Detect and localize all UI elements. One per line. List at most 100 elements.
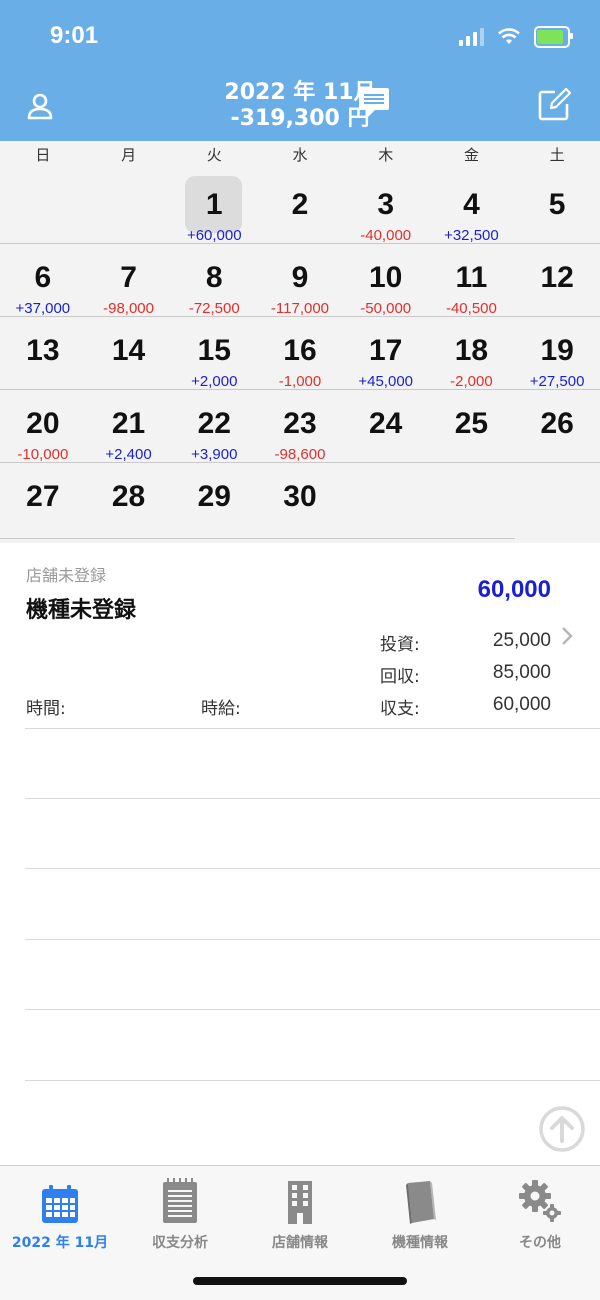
- day-number: 6: [34, 261, 52, 294]
- battery-icon: [534, 26, 573, 48]
- list-divider: [25, 939, 600, 940]
- day-number: 7: [120, 261, 137, 294]
- calendar-day-cell[interactable]: 6 +37,000: [0, 244, 86, 317]
- calendar-day-cell[interactable]: 16 -1,000: [257, 317, 343, 390]
- weekday-label: 金: [463, 146, 479, 164]
- calendar-day-cell[interactable]: 9 -117,000: [257, 244, 343, 317]
- weekday-label: 木: [378, 146, 394, 164]
- calendar-week-row: 1 +60,000 2 3 -40,000 4 +32,500 5: [0, 171, 600, 244]
- day-number: 16: [283, 334, 317, 367]
- tab-calendar[interactable]: 2022 年 11月: [0, 1174, 120, 1252]
- header-total: -319,300 円: [230, 106, 370, 131]
- calendar-bottom-divider: [0, 538, 515, 539]
- list-divider: [25, 728, 600, 729]
- calendar-day-cell[interactable]: 13: [0, 317, 86, 389]
- calendar-day-cell[interactable]: 29: [171, 463, 257, 535]
- balance-value: 60,000: [492, 694, 551, 715]
- recover-value: 85,000: [492, 662, 551, 683]
- tab-stores[interactable]: 店舗情報: [240, 1174, 360, 1252]
- day-number: 23: [283, 407, 317, 440]
- calendar-day-cell[interactable]: 22 +3,900: [171, 390, 257, 463]
- calendar-day-cell[interactable]: 19 +27,500: [514, 317, 600, 390]
- calendar-day-cell[interactable]: 5: [514, 171, 600, 243]
- building-icon: [288, 1181, 312, 1224]
- calendar-day-cell[interactable]: 7 -98,000: [86, 244, 172, 317]
- calendar-day-cell[interactable]: 14: [86, 317, 172, 389]
- entry-total: 60,000: [477, 576, 551, 603]
- day-amount: -40,500: [445, 300, 497, 317]
- tab-label: 収支分析: [152, 1235, 208, 1251]
- calendar-day-cell[interactable]: 25: [429, 390, 515, 462]
- balance-label: 収支:: [380, 699, 420, 719]
- day-number: 27: [26, 480, 60, 513]
- time-label: 時間:: [26, 699, 66, 719]
- home-indicator: [193, 1277, 407, 1285]
- day-number: 20: [26, 407, 60, 440]
- header-year-month: 2022 年 11月: [224, 80, 376, 105]
- day-number: 28: [111, 480, 146, 513]
- calendar-day-cell[interactable]: 24: [343, 390, 429, 462]
- weekday-label: 水: [292, 146, 308, 164]
- header: 9:01 2022 年 11月 -319,300 円: [0, 0, 600, 141]
- day-amount: +37,000: [15, 300, 71, 317]
- calendar-day-cell[interactable]: 8 -72,500: [171, 244, 257, 317]
- scroll-to-top-icon[interactable]: [538, 1105, 586, 1153]
- store-name: 店舗未登録: [26, 566, 107, 585]
- day-number: 8: [205, 261, 223, 294]
- calendar-day-cell[interactable]: 10 -50,000: [343, 244, 429, 317]
- day-amount: -2,000: [450, 373, 493, 390]
- day-number: 5: [548, 188, 566, 221]
- calendar-day-cell[interactable]: 1 +60,000: [171, 171, 257, 244]
- day-number: 3: [377, 188, 395, 221]
- calendar-day-cell[interactable]: 21 +2,400: [86, 390, 172, 463]
- calendar-week-row: 27 28 29 30: [0, 463, 600, 535]
- calendar-empty-cell: [343, 463, 429, 535]
- calendar-day-cell[interactable]: 18 -2,000: [429, 317, 515, 390]
- calendar-day-cell[interactable]: 4 +32,500: [429, 171, 515, 244]
- tab-label: 2022 年 11月: [11, 1235, 109, 1251]
- calendar-day-cell[interactable]: 27: [0, 463, 86, 535]
- calendar-day-cell[interactable]: 26: [514, 390, 600, 462]
- calendar-day-cell[interactable]: 28: [86, 463, 172, 535]
- day-amount: +32,500: [444, 227, 499, 244]
- calendar-empty-cell: [514, 463, 600, 535]
- day-number: 22: [197, 407, 231, 440]
- tab-machines[interactable]: 機種情報: [360, 1174, 480, 1252]
- day-number: 25: [454, 407, 489, 440]
- header-title[interactable]: 2022 年 11月 -319,300 円: [0, 80, 600, 132]
- calendar-day-cell[interactable]: 30: [257, 463, 343, 535]
- invest-value: 25,000: [492, 630, 551, 651]
- day-amount: +2,400: [105, 446, 152, 463]
- status-time: 9:01: [50, 22, 99, 49]
- tab-label: その他: [519, 1235, 561, 1251]
- calendar-icon: [42, 1185, 78, 1223]
- day-number: 14: [111, 334, 146, 367]
- day-amount: +3,900: [191, 446, 238, 463]
- day-number: 21: [111, 407, 146, 440]
- day-number: 26: [540, 407, 574, 440]
- calendar-day-cell[interactable]: 17 +45,000: [343, 317, 429, 390]
- day-amount: +27,500: [529, 373, 585, 390]
- calendar-day-cell[interactable]: 23 -98,600: [257, 390, 343, 463]
- calendar-day-cell[interactable]: 2: [257, 171, 343, 243]
- notepad-icon: [163, 1178, 197, 1223]
- list-divider: [25, 1080, 600, 1081]
- calendar-day-cell[interactable]: 3 -40,000: [343, 171, 429, 244]
- tab-analysis[interactable]: 収支分析: [120, 1174, 240, 1252]
- recover-label: 回収:: [380, 667, 420, 687]
- calendar-day-cell[interactable]: 12: [514, 244, 600, 316]
- memo-icon[interactable]: [357, 86, 391, 120]
- calendar-day-cell[interactable]: 15 +2,000: [171, 317, 257, 390]
- calendar-week-row: 20 -10,000 21 +2,400 22 +3,900 23 -98,600 24 25 26: [0, 390, 600, 463]
- chevron-right-icon[interactable]: [560, 626, 574, 646]
- calendar-grid: 1 +60,000 2 3 -40,000 4 +32,500 5 6 +37,000 7 -98,0…: [0, 171, 600, 543]
- day-number: 24: [369, 407, 403, 440]
- gear-icon: [519, 1180, 561, 1222]
- day-amount: +45,000: [358, 373, 413, 390]
- calendar-day-cell[interactable]: 20 -10,000: [0, 390, 86, 463]
- day-number: 10: [369, 261, 403, 294]
- edit-icon[interactable]: [537, 88, 571, 122]
- tab-other[interactable]: その他: [480, 1174, 600, 1252]
- weekday-label: 火: [206, 146, 222, 164]
- calendar-day-cell[interactable]: 11 -40,500: [429, 244, 515, 317]
